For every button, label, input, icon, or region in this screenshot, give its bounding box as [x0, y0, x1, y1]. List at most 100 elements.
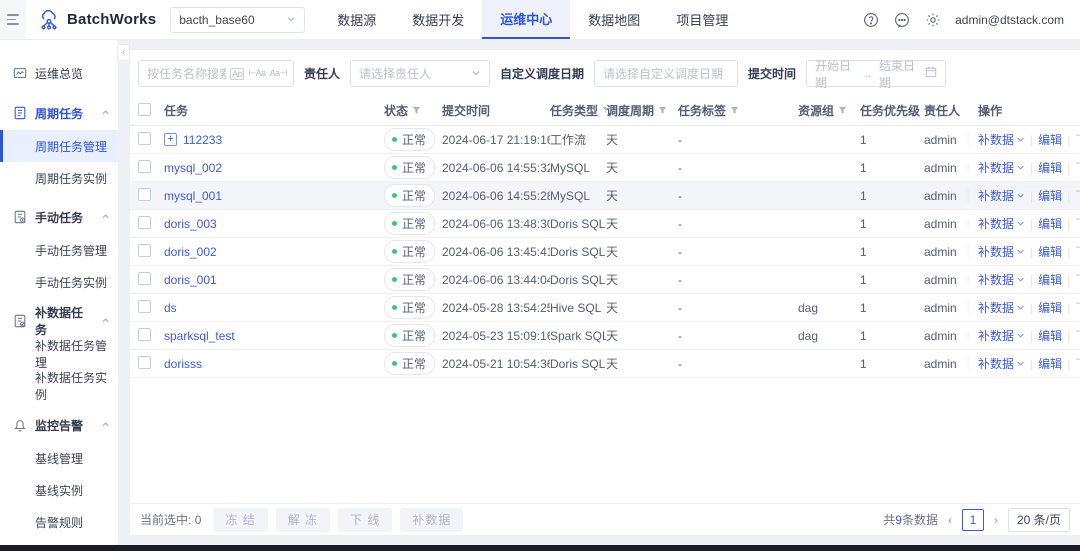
- task-name-link[interactable]: mysql_001: [164, 189, 222, 203]
- sidebar-item[interactable]: 运维总览: [0, 56, 118, 90]
- row-checkbox[interactable]: [138, 216, 151, 229]
- sidebar-group[interactable]: 周期任务: [0, 96, 118, 130]
- owner-select[interactable]: 请选择责任人: [350, 60, 490, 87]
- nav-item-4[interactable]: 数据地图: [570, 0, 658, 39]
- edit-action[interactable]: 编辑: [1038, 131, 1062, 148]
- task-name-link[interactable]: sparksql_test: [164, 329, 235, 343]
- patch-data-action[interactable]: 补数据: [978, 131, 1025, 148]
- prev-page-button[interactable]: ‹: [946, 513, 954, 527]
- batch-action-button-3[interactable]: 下 线: [338, 508, 392, 532]
- sidebar-subitem[interactable]: 告警规则: [0, 506, 118, 538]
- offline-action[interactable]: 下线: [1075, 215, 1080, 232]
- status-label: 正常: [402, 243, 426, 260]
- patch-data-action[interactable]: 补数据: [978, 243, 1025, 260]
- edit-action[interactable]: 编辑: [1038, 215, 1062, 232]
- sidebar-subitem[interactable]: 手动任务实例: [0, 266, 118, 298]
- row-checkbox-cell: [138, 272, 164, 288]
- filter-icon[interactable]: [730, 106, 739, 115]
- filter-icon[interactable]: [412, 106, 421, 115]
- batch-action-button-4[interactable]: 补数据: [400, 508, 463, 532]
- offline-action[interactable]: 下线: [1075, 159, 1080, 176]
- patch-data-action[interactable]: 补数据: [978, 187, 1025, 204]
- schedule-date-input[interactable]: 请选择自定义调度日期: [594, 60, 738, 87]
- next-page-button[interactable]: ›: [992, 513, 1000, 527]
- nav-item-5[interactable]: 项目管理: [658, 0, 746, 39]
- edit-action[interactable]: 编辑: [1038, 271, 1062, 288]
- status-cell: 正常: [384, 128, 442, 151]
- priority-cell: 1: [860, 357, 924, 371]
- settings-icon[interactable]: [924, 11, 941, 28]
- edit-action[interactable]: 编辑: [1038, 243, 1062, 260]
- batch-action-button-2[interactable]: 解 冻: [276, 508, 330, 532]
- expand-icon[interactable]: +: [164, 133, 177, 146]
- offline-action[interactable]: 下线: [1075, 131, 1080, 148]
- filter-icon[interactable]: [838, 106, 847, 115]
- task-name-link[interactable]: dorisss: [164, 357, 202, 371]
- match-prefix-icon[interactable]: ⊢Aa: [248, 68, 265, 79]
- sidebar-toggle-button[interactable]: [0, 0, 26, 39]
- offline-action[interactable]: 下线: [1075, 243, 1080, 260]
- task-search-input[interactable]: [147, 67, 226, 81]
- row-checkbox[interactable]: [138, 160, 151, 173]
- sidebar-subitem[interactable]: 基线管理: [0, 442, 118, 474]
- offline-action[interactable]: 下线: [1075, 271, 1080, 288]
- schedule-date-placeholder: 请选择自定义调度日期: [603, 65, 723, 82]
- nav-item-2[interactable]: 数据开发: [394, 0, 482, 39]
- row-checkbox[interactable]: [138, 132, 151, 145]
- task-name-link[interactable]: doris_002: [164, 245, 217, 259]
- match-suffix-icon[interactable]: Aa⊣: [270, 68, 287, 79]
- patch-data-action[interactable]: 补数据: [978, 355, 1025, 372]
- edit-action[interactable]: 编辑: [1038, 159, 1062, 176]
- offline-action[interactable]: 下线: [1075, 187, 1080, 204]
- edit-action[interactable]: 编辑: [1038, 327, 1062, 344]
- filter-icon[interactable]: [658, 106, 667, 115]
- sidebar-group[interactable]: 补数据任务: [0, 304, 118, 338]
- select-all-checkbox[interactable]: [138, 103, 151, 116]
- sidebar-group[interactable]: 手动任务: [0, 200, 118, 234]
- sidebar-subitem[interactable]: 补数据任务管理: [0, 338, 118, 370]
- patch-data-action[interactable]: 补数据: [978, 271, 1025, 288]
- submit-time-range-picker[interactable]: 开始日期 → 结束日期: [806, 60, 946, 87]
- row-checkbox[interactable]: [138, 244, 151, 257]
- sidebar-subitem[interactable]: 基线实例: [0, 474, 118, 506]
- nav-item-1[interactable]: 数据源: [319, 0, 394, 39]
- row-checkbox[interactable]: [138, 356, 151, 369]
- page-size-select[interactable]: 20 条/页: [1008, 508, 1070, 532]
- sidebar-subitem[interactable]: 补数据任务实例: [0, 370, 118, 402]
- help-icon[interactable]: [862, 11, 879, 28]
- offline-action[interactable]: 下线: [1075, 299, 1080, 316]
- message-icon[interactable]: [893, 11, 910, 28]
- edit-action[interactable]: 编辑: [1038, 299, 1062, 316]
- current-page-button[interactable]: 1: [962, 509, 984, 531]
- sidebar-collapse-handle[interactable]: ‹: [117, 44, 130, 61]
- sidebar-group[interactable]: 监控告警: [0, 408, 118, 442]
- task-name-link[interactable]: doris_001: [164, 273, 217, 287]
- offline-action[interactable]: 下线: [1075, 327, 1080, 344]
- patch-data-action[interactable]: 补数据: [978, 159, 1025, 176]
- user-email[interactable]: admin@dtstack.com: [955, 13, 1064, 27]
- edit-action[interactable]: 编辑: [1038, 187, 1062, 204]
- patch-data-action[interactable]: 补数据: [978, 299, 1025, 316]
- match-case-icon[interactable]: Ab: [230, 68, 244, 80]
- row-checkbox[interactable]: [138, 300, 151, 313]
- edit-action[interactable]: 编辑: [1038, 355, 1062, 372]
- sidebar-subitem[interactable]: 手动任务管理: [0, 234, 118, 266]
- task-name-link[interactable]: ds: [164, 301, 177, 315]
- nav-item-3[interactable]: 运维中心: [482, 0, 570, 39]
- sidebar-subitem[interactable]: 周期任务管理: [0, 130, 118, 162]
- task-name-link[interactable]: doris_003: [164, 217, 217, 231]
- row-checkbox[interactable]: [138, 328, 151, 341]
- row-checkbox[interactable]: [138, 272, 151, 285]
- sidebar-subitem[interactable]: 周期任务实例: [0, 162, 118, 194]
- batch-action-button-1[interactable]: 冻 结: [213, 508, 267, 532]
- task-name-link[interactable]: mysql_002: [164, 161, 222, 175]
- offline-action[interactable]: 下线: [1075, 355, 1080, 372]
- submit-time-filter-label: 提交时间: [748, 65, 796, 82]
- task-name-link[interactable]: 112233: [183, 133, 222, 147]
- project-select[interactable]: bacth_base60: [170, 7, 305, 33]
- patch-data-action[interactable]: 补数据: [978, 327, 1025, 344]
- overview-icon: [13, 66, 28, 81]
- status-label: 正常: [402, 271, 426, 288]
- patch-data-action[interactable]: 补数据: [978, 215, 1025, 232]
- row-checkbox[interactable]: [138, 188, 151, 201]
